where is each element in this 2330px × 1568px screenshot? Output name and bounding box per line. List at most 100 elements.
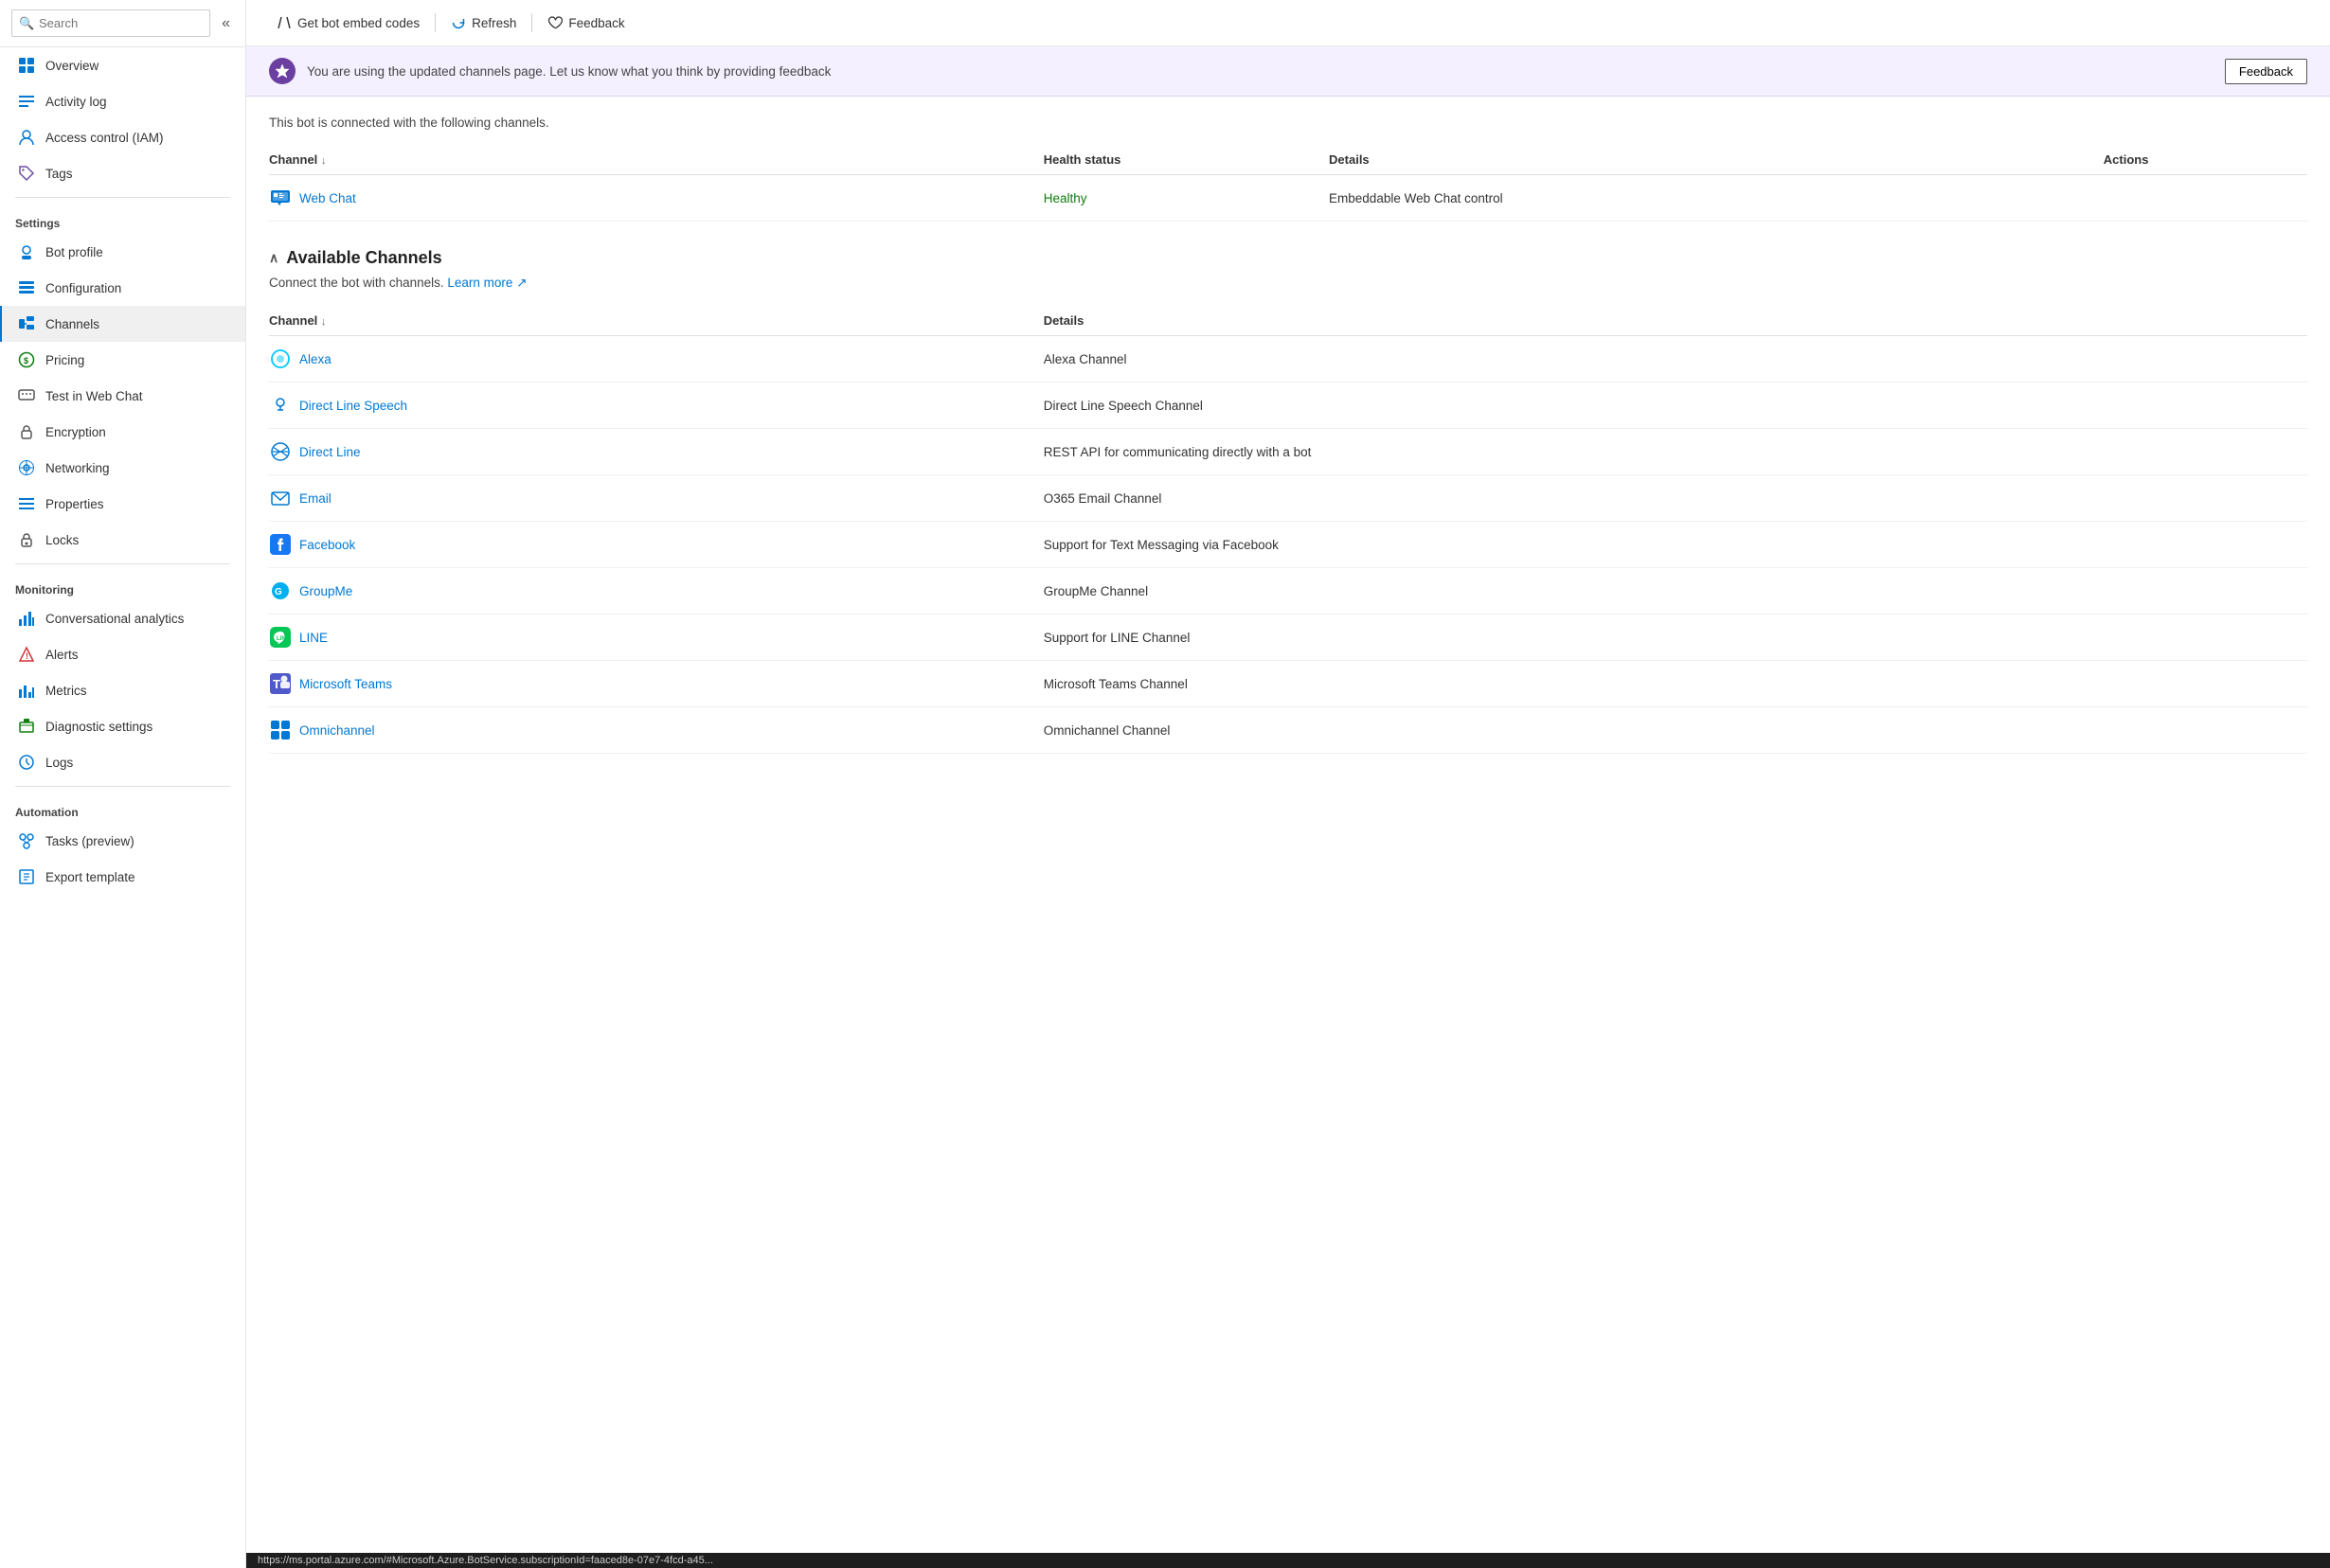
ms-teams-icon: T <box>269 672 292 695</box>
feedback-banner-button[interactable]: Feedback <box>2225 59 2307 84</box>
avail-col-channel: Channel ↓ <box>269 306 1044 336</box>
groupme-link[interactable]: G GroupMe <box>269 579 1036 602</box>
external-link-icon: ↗ <box>516 276 527 290</box>
banner-icon <box>269 58 296 84</box>
svg-text:G: G <box>275 587 282 597</box>
status-bar: https://ms.portal.azure.com/#Microsoft.A… <box>246 1553 2330 1568</box>
omnichannel-icon <box>269 719 292 741</box>
activity-log-icon <box>17 92 36 111</box>
sort-icon: ↓ <box>321 155 327 167</box>
avail-details-cell: Microsoft Teams Channel <box>1044 661 2307 707</box>
avail-channel-cell: Direct Line Speech <box>269 383 1044 429</box>
sidebar-item-diagnostic[interactable]: Diagnostic settings <box>0 708 245 744</box>
sidebar-item-bot-profile[interactable]: Bot profile <box>0 234 245 270</box>
table-row: Direct Line Speech Direct Line Speech Ch… <box>269 383 2307 429</box>
sidebar-item-label: Test in Web Chat <box>45 389 143 403</box>
learn-more-link[interactable]: Learn more ↗ <box>447 276 527 290</box>
sidebar-navigation: Overview Activity log Access control (IA… <box>0 47 245 1568</box>
avail-details-cell: O365 Email Channel <box>1044 475 2307 522</box>
main-content: Get bot embed codes Refresh Feedback You… <box>246 0 2330 1568</box>
sidebar-item-channels[interactable]: Channels <box>0 306 245 342</box>
sidebar-item-overview[interactable]: Overview <box>0 47 245 83</box>
svg-text:$: $ <box>24 356 28 365</box>
sidebar-item-activity-log[interactable]: Activity log <box>0 83 245 119</box>
collapse-button[interactable]: « <box>218 11 234 36</box>
section-divider <box>15 197 230 198</box>
feedback-button-label: Feedback <box>568 16 624 30</box>
avail-details-cell: REST API for communicating directly with… <box>1044 429 2307 475</box>
ms-teams-link[interactable]: T Microsoft Teams <box>269 672 1036 695</box>
channels-icon <box>17 314 36 333</box>
sidebar-item-tags[interactable]: Tags <box>0 155 245 191</box>
diagnostic-icon <box>17 717 36 736</box>
monitoring-section-label: Monitoring <box>0 570 245 600</box>
table-row: LINE LINE Support for LINE Channel <box>269 615 2307 661</box>
direct-line-speech-icon <box>269 394 292 417</box>
sidebar-item-label: Logs <box>45 756 73 770</box>
avail-channel-cell: LINE LINE <box>269 615 1044 661</box>
alexa-icon <box>269 347 292 370</box>
sidebar-item-conv-analytics[interactable]: Conversational analytics <box>0 600 245 636</box>
col-header-actions: Actions <box>2104 145 2307 175</box>
groupme-icon: G <box>269 579 292 602</box>
heart-icon <box>547 15 563 30</box>
chevron-up-icon[interactable]: ∧ <box>269 250 278 266</box>
embed-icon <box>277 15 292 30</box>
access-control-icon <box>17 128 36 147</box>
email-link[interactable]: Email <box>269 487 1036 509</box>
avail-details-cell: Direct Line Speech Channel <box>1044 383 2307 429</box>
sidebar-item-properties[interactable]: Properties <box>0 486 245 522</box>
content-area: You are using the updated channels page.… <box>246 46 2330 1553</box>
sidebar-item-alerts[interactable]: ! Alerts <box>0 636 245 672</box>
automation-divider <box>15 786 230 787</box>
available-section-title: Available Channels <box>286 248 441 268</box>
toolbar-divider-2 <box>531 13 532 32</box>
sidebar-item-metrics[interactable]: Metrics <box>0 672 245 708</box>
sidebar-item-label: Tags <box>45 167 73 181</box>
get-embed-codes-button[interactable]: Get bot embed codes <box>265 9 431 36</box>
refresh-button[interactable]: Refresh <box>439 9 528 36</box>
search-input[interactable] <box>11 9 210 37</box>
sidebar-item-tasks[interactable]: Tasks (preview) <box>0 823 245 859</box>
avail-col-details: Details <box>1044 306 2307 336</box>
sidebar-item-logs[interactable]: Logs <box>0 744 245 780</box>
sidebar-item-export-template[interactable]: Export template <box>0 859 245 895</box>
avail-details-cell: Alexa Channel <box>1044 336 2307 383</box>
sidebar-item-locks[interactable]: Locks <box>0 522 245 558</box>
sidebar-item-configuration[interactable]: Configuration <box>0 270 245 306</box>
sidebar-item-access-control[interactable]: Access control (IAM) <box>0 119 245 155</box>
alexa-link[interactable]: Alexa <box>269 347 1036 370</box>
tags-icon <box>17 164 36 183</box>
settings-section-label: Settings <box>0 204 245 234</box>
channel-name: Microsoft Teams <box>299 677 392 691</box>
sidebar-item-label: Conversational analytics <box>45 612 184 626</box>
sidebar-item-label: Overview <box>45 59 99 73</box>
sidebar-item-label: Encryption <box>45 425 106 439</box>
sidebar-item-test-web-chat[interactable]: Test in Web Chat <box>0 378 245 414</box>
channel-name: Web Chat <box>299 191 356 205</box>
sidebar-item-label: Diagnostic settings <box>45 720 152 734</box>
networking-icon <box>17 458 36 477</box>
facebook-link[interactable]: Facebook <box>269 533 1036 556</box>
email-icon <box>269 487 292 509</box>
omnichannel-link[interactable]: Omnichannel <box>269 719 1036 741</box>
svg-text:!: ! <box>26 651 28 661</box>
sidebar-item-pricing[interactable]: $ Pricing <box>0 342 245 378</box>
feedback-toolbar-button[interactable]: Feedback <box>536 9 636 36</box>
sidebar-item-encryption[interactable]: Encryption <box>0 414 245 450</box>
col-header-channel: Channel ↓ <box>269 145 1044 175</box>
facebook-icon <box>269 533 292 556</box>
direct-line-speech-link[interactable]: Direct Line Speech <box>269 394 1036 417</box>
direct-line-link[interactable]: Direct Line <box>269 440 1036 463</box>
sidebar-item-label: Networking <box>45 461 110 475</box>
sidebar-item-label: Export template <box>45 870 135 884</box>
avail-channel-cell: Email <box>269 475 1044 522</box>
line-link[interactable]: LINE LINE <box>269 626 1036 649</box>
sidebar-item-label: Channels <box>45 317 99 331</box>
table-row: Direct Line REST API for communicating d… <box>269 429 2307 475</box>
web-chat-icon <box>269 187 292 209</box>
web-chat-link[interactable]: Web Chat <box>269 187 1036 209</box>
avail-channel-cell: Facebook <box>269 522 1044 568</box>
sidebar-item-networking[interactable]: Networking <box>0 450 245 486</box>
bot-profile-icon <box>17 242 36 261</box>
